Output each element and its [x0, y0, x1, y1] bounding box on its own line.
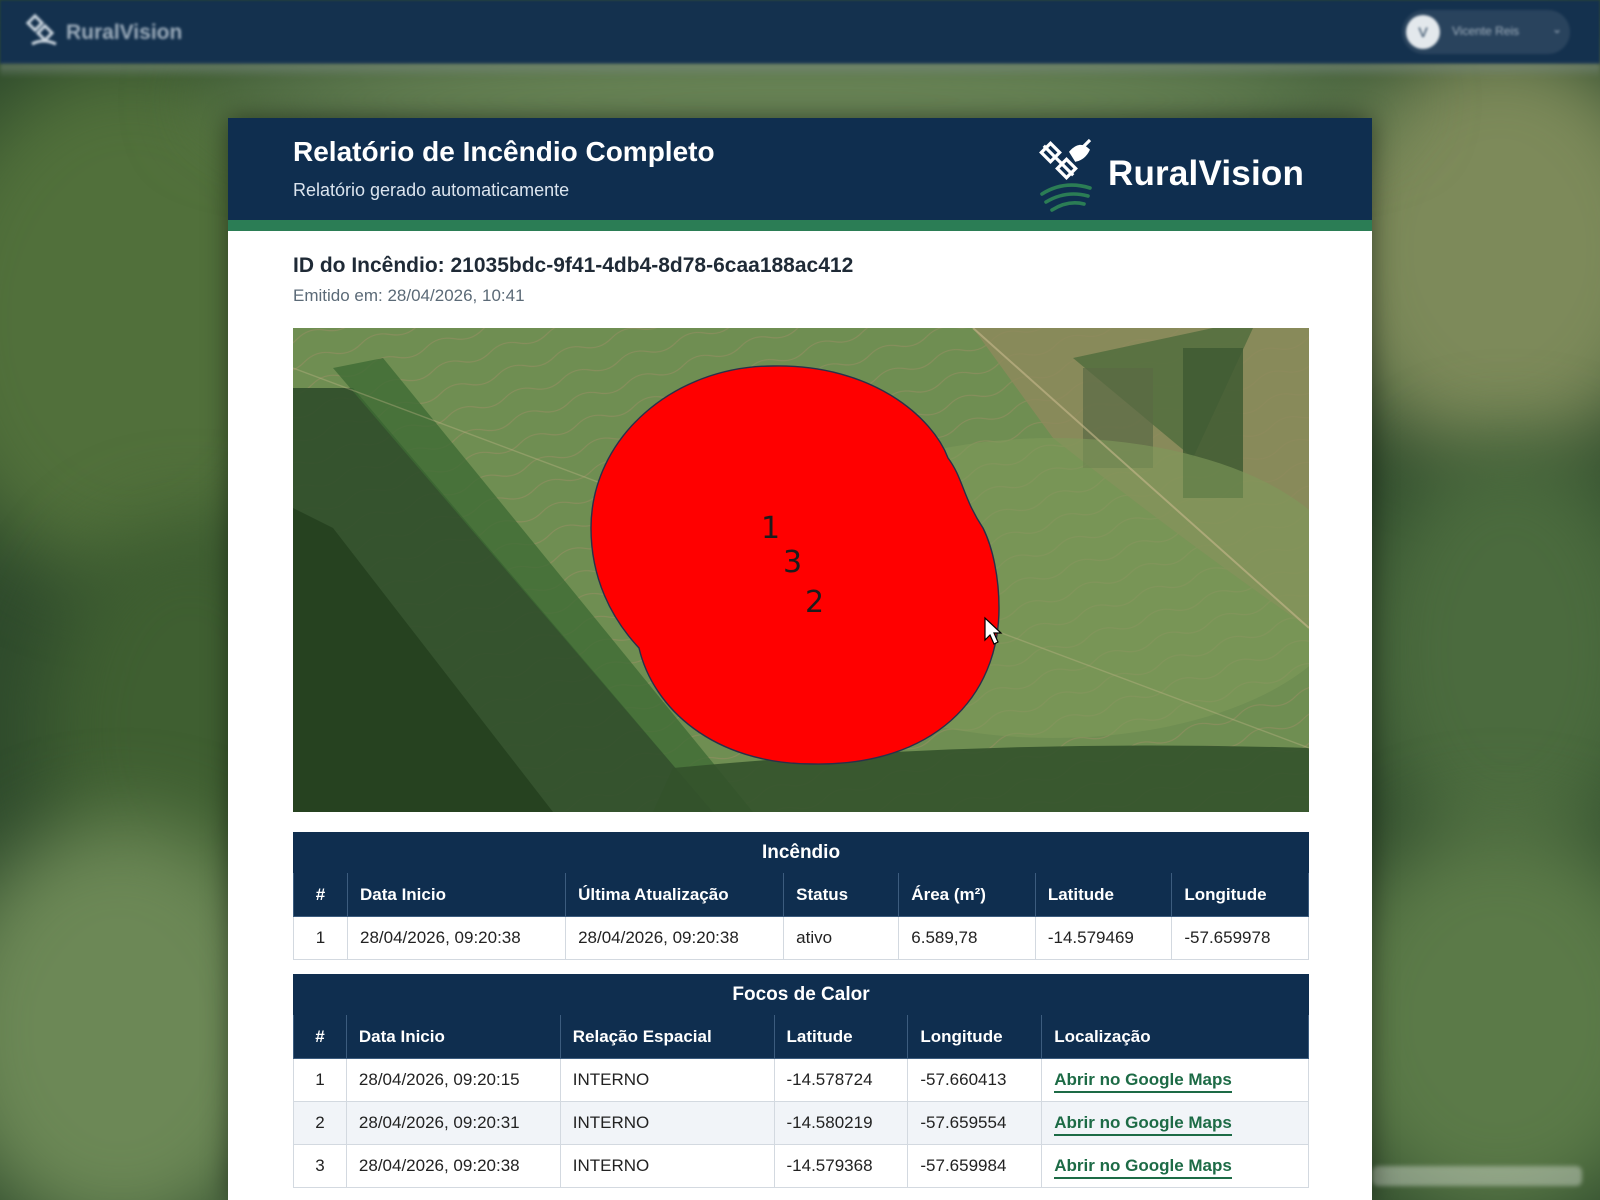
column-header: Data Inicio [345, 1014, 561, 1059]
table-cell: Abrir no Google Maps [1041, 1144, 1309, 1188]
table-cell: -57.659978 [1171, 916, 1309, 960]
table-cell: INTERNO [559, 1144, 775, 1188]
fire-id: ID do Incêndio: 21035bdc-9f41-4db4-8d78-… [293, 254, 854, 277]
logo-text: RuralVision [1108, 154, 1305, 193]
table-cell: -57.659554 [907, 1101, 1043, 1145]
column-header: Data Inicio [346, 872, 567, 917]
table-cell: 1 [293, 916, 348, 960]
google-maps-link[interactable]: Abrir no Google Maps [1054, 1070, 1232, 1093]
table-cell: 2 [293, 1101, 347, 1145]
user-menu[interactable]: V Vicente Reis ⌄ [1402, 10, 1570, 54]
app-topbar: RuralVision V Vicente Reis ⌄ [0, 0, 1600, 64]
report-subtitle: Relatório gerado automaticamente [293, 180, 570, 200]
table-cell: 3 [293, 1144, 347, 1188]
google-maps-link[interactable]: Abrir no Google Maps [1054, 1156, 1232, 1179]
table-cell: 28/04/2026, 09:20:38 [565, 916, 785, 960]
column-header: Área (m²) [898, 872, 1036, 917]
user-name: Vicente Reis [1452, 24, 1520, 38]
column-header: Relação Espacial [559, 1014, 775, 1059]
table-cell: 1 [293, 1058, 347, 1102]
column-header: Status [783, 872, 900, 917]
table-cell: -14.580219 [773, 1101, 909, 1145]
table-cell: ativo [783, 916, 900, 960]
column-header: # [293, 872, 348, 917]
satellite-icon [1039, 138, 1092, 212]
table-cell: Abrir no Google Maps [1041, 1058, 1309, 1102]
topbar-brand[interactable]: RuralVision [66, 21, 182, 45]
table-row: 1 28/04/2026, 09:20:15 INTERNO -14.578724 -5… [293, 1058, 1309, 1102]
fire-map[interactable]: 1 3 2 [293, 328, 1309, 812]
header-accent-stripe [228, 220, 1372, 231]
google-maps-link[interactable]: Abrir no Google Maps [1054, 1113, 1232, 1136]
fire-table-caption: Incêndio [293, 832, 1309, 873]
table-cell: INTERNO [559, 1058, 775, 1102]
table-cell: -14.578724 [773, 1058, 909, 1102]
hotspots-table-caption: Focos de Calor [293, 974, 1309, 1015]
hotspot-label-1: 1 [761, 511, 780, 546]
table-cell: 6.589,78 [898, 916, 1036, 960]
fire-table: Incêndio # Data Inicio Última Atualização S… [293, 832, 1309, 960]
table-cell: -57.660413 [907, 1058, 1043, 1102]
column-header: Latitude [773, 1014, 909, 1059]
satellite-logo-icon [26, 13, 57, 46]
map-attribution [1372, 1166, 1582, 1186]
table-cell: -14.579368 [773, 1144, 909, 1188]
column-header: Longitude [907, 1014, 1043, 1059]
column-header: Latitude [1034, 872, 1173, 917]
report-header: Relatório de Incêndio Completo Relatório… [228, 118, 1372, 220]
table-cell: Abrir no Google Maps [1041, 1101, 1309, 1145]
chevron-down-icon: ⌄ [1552, 22, 1563, 36]
hotspots-table: Focos de Calor # Data Inicio Relação Espac… [293, 974, 1309, 1188]
avatar: V [1406, 15, 1440, 49]
table-cell: -14.579469 [1034, 916, 1173, 960]
table-row: 3 28/04/2026, 09:20:38 INTERNO -14.579368 -5… [293, 1144, 1309, 1188]
column-header: Localização [1041, 1014, 1309, 1059]
hotspot-label-2: 2 [805, 585, 824, 620]
column-header: # [293, 1014, 347, 1059]
table-cell: 28/04/2026, 09:20:31 [345, 1101, 561, 1145]
topbar-shadow [0, 64, 1600, 78]
table-cell: 28/04/2026, 09:20:15 [345, 1058, 561, 1102]
table-cell: 28/04/2026, 09:20:38 [346, 916, 567, 960]
table-cell: 28/04/2026, 09:20:38 [345, 1144, 561, 1188]
column-header: Longitude [1171, 872, 1309, 917]
ruralvision-logo: RuralVision [1038, 134, 1304, 214]
map-canvas: 1 3 2 [293, 328, 1309, 812]
report-title: Relatório de Incêndio Completo [293, 136, 715, 167]
column-header: Última Atualização [565, 872, 785, 917]
table-row: 2 28/04/2026, 09:20:31 INTERNO -14.580219 -5… [293, 1101, 1309, 1145]
table-cell: INTERNO [559, 1101, 775, 1145]
hotspot-label-3: 3 [783, 545, 802, 580]
table-row: 1 28/04/2026, 09:20:38 28/04/2026, 09:20:3… [293, 916, 1309, 960]
issued-date: Emitido em: 28/04/2026, 10:41 [293, 286, 525, 305]
table-cell: -57.659984 [907, 1144, 1043, 1188]
fire-report: Relatório de Incêndio Completo Relatório… [228, 118, 1372, 1200]
